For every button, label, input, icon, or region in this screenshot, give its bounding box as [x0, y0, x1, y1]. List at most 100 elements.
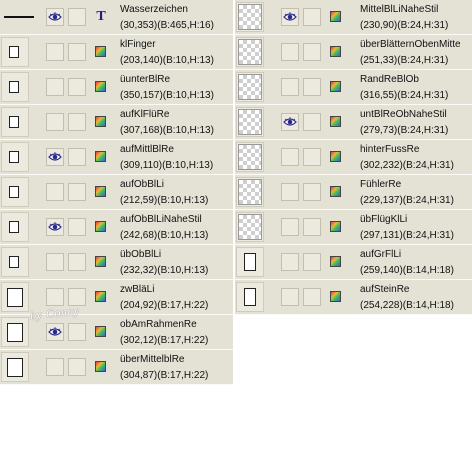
- visibility-toggle[interactable]: [46, 323, 64, 341]
- layer-name: überBlätternObenMitte: [360, 39, 461, 50]
- layer-thumbnail[interactable]: [236, 142, 264, 172]
- thumbnail-preview: [7, 323, 23, 342]
- layer-row[interactable]: MittelBlLiNaheStil (230,90)(B:24,H:31): [235, 0, 472, 35]
- visibility-toggle[interactable]: [281, 253, 299, 271]
- link-toggle[interactable]: [68, 323, 86, 341]
- visibility-toggle[interactable]: [46, 253, 64, 271]
- layer-icon: [95, 116, 106, 127]
- layer-thumbnail[interactable]: [1, 212, 29, 242]
- layer-row[interactable]: RandReBlOb (316,55)(B:24,H:31): [235, 70, 472, 105]
- layer-name: überMittelblRe: [120, 354, 185, 365]
- link-toggle[interactable]: [68, 253, 86, 271]
- layer-position-size: (297,131)(B:24,H:31): [360, 230, 454, 241]
- link-toggle[interactable]: [68, 113, 86, 131]
- layer-row[interactable]: FühlerRe (229,137)(B:24,H:31): [235, 175, 472, 210]
- layer-row[interactable]: untBlReObNaheStil (279,73)(B:24,H:31): [235, 105, 472, 140]
- layer-thumbnail[interactable]: [236, 177, 264, 207]
- layer-thumbnail[interactable]: [236, 212, 264, 242]
- layer-thumbnail[interactable]: [1, 107, 29, 137]
- layer-icon: [95, 46, 106, 57]
- layer-row[interactable]: aufObBlLiNaheStil (242,68)(B:10,H:13): [0, 210, 233, 245]
- thumbnail-preview: [238, 74, 262, 100]
- visibility-toggle[interactable]: [46, 358, 64, 376]
- layer-position-size: (307,168)(B:10,H:13): [120, 125, 214, 136]
- layer-thumbnail[interactable]: [1, 247, 29, 277]
- visibility-toggle[interactable]: [281, 183, 299, 201]
- layer-icon: [95, 361, 106, 372]
- link-toggle[interactable]: [68, 8, 86, 26]
- layer-name: Wasserzeichen: [120, 4, 188, 15]
- visibility-toggle[interactable]: [281, 43, 299, 61]
- layer-row[interactable]: aufGrFlLi (259,140)(B:14,H:18): [235, 245, 472, 280]
- layer-row[interactable]: hinterFussRe (302,232)(B:24,H:31): [235, 140, 472, 175]
- visibility-toggle[interactable]: [281, 113, 299, 131]
- link-toggle[interactable]: [303, 218, 321, 236]
- layer-thumbnail[interactable]: [1, 37, 29, 67]
- visibility-toggle[interactable]: [46, 43, 64, 61]
- layer-row[interactable]: übObBlLi (232,32)(B:10,H:13): [0, 245, 233, 280]
- layer-position-size: (304,87)(B:17,H:22): [120, 370, 209, 381]
- layer-icon: [330, 186, 341, 197]
- layer-thumbnail[interactable]: [1, 142, 29, 172]
- link-toggle[interactable]: [68, 358, 86, 376]
- layer-icon: [330, 116, 341, 127]
- thumbnail-preview: [244, 253, 256, 271]
- link-toggle[interactable]: [303, 113, 321, 131]
- visibility-toggle[interactable]: [46, 78, 64, 96]
- layer-row[interactable]: übFlügKlLi (297,131)(B:24,H:31): [235, 210, 472, 245]
- link-toggle[interactable]: [303, 253, 321, 271]
- link-toggle[interactable]: [68, 218, 86, 236]
- layer-row[interactable]: T Wasserzeichen (30,353)(B:465,H:16): [0, 0, 233, 35]
- layer-row[interactable]: klFinger (203,140)(B:10,H:13): [0, 35, 233, 70]
- thumbnail-preview: [238, 109, 262, 135]
- link-toggle[interactable]: [68, 148, 86, 166]
- visibility-toggle[interactable]: [46, 8, 64, 26]
- link-toggle[interactable]: [68, 78, 86, 96]
- link-toggle[interactable]: [68, 183, 86, 201]
- layer-thumbnail[interactable]: [1, 352, 29, 382]
- layer-thumbnail[interactable]: [236, 282, 264, 312]
- type-t-icon: T: [96, 9, 106, 24]
- visibility-toggle[interactable]: [281, 8, 299, 26]
- link-toggle[interactable]: [303, 78, 321, 96]
- layer-row[interactable]: überMittelblRe (304,87)(B:17,H:22): [0, 350, 233, 385]
- visibility-toggle[interactable]: [46, 218, 64, 236]
- layer-thumbnail[interactable]: [236, 2, 264, 32]
- layer-row[interactable]: aufObBlLi (212,59)(B:10,H:13): [0, 175, 233, 210]
- layer-thumbnail[interactable]: [236, 37, 264, 67]
- layer-thumbnail[interactable]: [1, 317, 29, 347]
- visibility-toggle[interactable]: [46, 148, 64, 166]
- link-toggle[interactable]: [303, 148, 321, 166]
- visibility-toggle[interactable]: [46, 183, 64, 201]
- layer-position-size: (350,157)(B:10,H:13): [120, 90, 214, 101]
- layer-row[interactable]: aufKlFlüRe (307,168)(B:10,H:13): [0, 105, 233, 140]
- layer-thumbnail[interactable]: [236, 247, 264, 277]
- layer-row[interactable]: aufMittlBlRe (309,110)(B:10,H:13): [0, 140, 233, 175]
- visibility-toggle[interactable]: [46, 288, 64, 306]
- layer-position-size: (279,73)(B:24,H:31): [360, 125, 449, 136]
- visibility-toggle[interactable]: [281, 78, 299, 96]
- link-toggle[interactable]: [303, 288, 321, 306]
- visibility-toggle[interactable]: [281, 218, 299, 236]
- visibility-toggle[interactable]: [46, 113, 64, 131]
- line-thumbnail-icon: [4, 16, 34, 18]
- link-toggle[interactable]: [68, 43, 86, 61]
- layer-row[interactable]: üunterBlRe (350,157)(B:10,H:13): [0, 70, 233, 105]
- layer-name: aufSteinRe: [360, 284, 410, 295]
- visibility-toggle[interactable]: [281, 148, 299, 166]
- layer-thumbnail[interactable]: [236, 72, 264, 102]
- link-toggle[interactable]: [303, 8, 321, 26]
- layer-row[interactable]: überBlätternObenMitte (251,33)(B:24,H:31): [235, 35, 472, 70]
- layer-thumbnail[interactable]: [1, 282, 29, 312]
- layer-row[interactable]: aufSteinRe (254,228)(B:14,H:18): [235, 280, 472, 315]
- layer-list-right: MittelBlLiNaheStil (230,90)(B:24,H:31) übe…: [235, 0, 472, 315]
- thumbnail-preview: [238, 179, 262, 205]
- link-toggle[interactable]: [303, 183, 321, 201]
- layer-icon: [330, 221, 341, 232]
- layer-name: obAmRahmenRe: [120, 319, 197, 330]
- layer-thumbnail[interactable]: [1, 72, 29, 102]
- link-toggle[interactable]: [303, 43, 321, 61]
- layer-thumbnail[interactable]: [236, 107, 264, 137]
- layer-thumbnail[interactable]: [1, 177, 29, 207]
- visibility-toggle[interactable]: [281, 288, 299, 306]
